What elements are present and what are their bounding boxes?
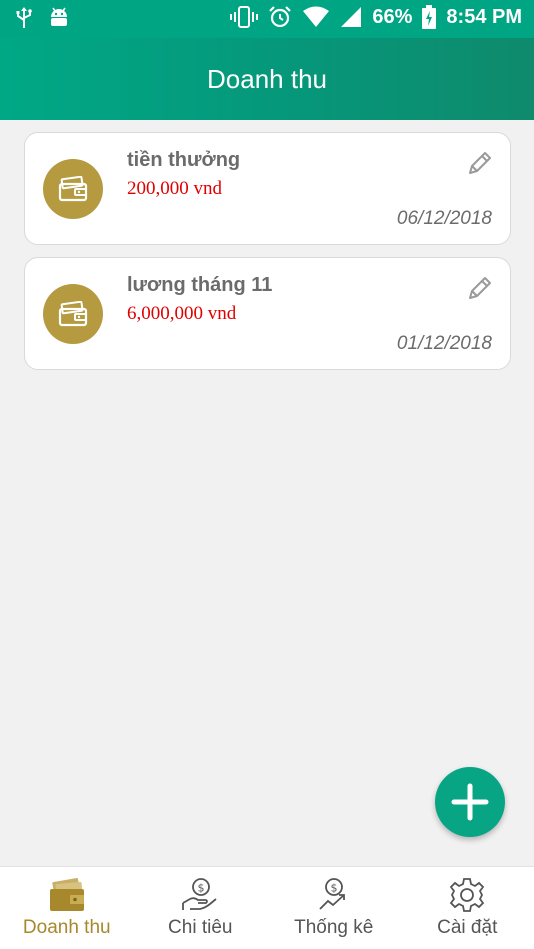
svg-text:$: $ <box>198 882 205 895</box>
nav-label: Cài đặt <box>437 917 498 938</box>
transaction-amount: 200,000 vnd <box>127 178 222 199</box>
signal-icon <box>341 7 362 27</box>
nav-item-thong-ke[interactable]: $ Thống kê <box>267 867 401 949</box>
status-bar: 66% 8:54 PM <box>0 0 534 38</box>
transaction-card[interactable]: lương tháng 11 6,000,000 vnd 01/12/2018 <box>24 257 511 370</box>
edit-pencil-icon[interactable] <box>466 274 494 302</box>
nav-label: Chi tiêu <box>168 917 233 938</box>
vibrate-icon <box>230 6 259 28</box>
transaction-title: tiền thưởng <box>127 149 241 171</box>
chart-coin-icon: $ <box>319 878 345 910</box>
plus-icon <box>451 783 489 821</box>
svg-text:$: $ <box>330 882 337 895</box>
wallet-icon <box>43 284 103 344</box>
transaction-date: 01/12/2018 <box>396 333 492 354</box>
add-transaction-button[interactable] <box>435 767 505 837</box>
android-icon <box>51 7 67 26</box>
wallet-icon <box>43 159 103 219</box>
transaction-amount: 6,000,000 vnd <box>127 303 237 324</box>
wifi-icon <box>303 6 330 27</box>
edit-pencil-icon[interactable] <box>466 149 494 177</box>
nav-item-cai-dat[interactable]: Cài đặt <box>401 867 534 949</box>
page-title: Doanh thu <box>207 63 327 94</box>
battery-percent: 66% <box>372 5 413 28</box>
nav-label: Thống kê <box>294 917 374 938</box>
hand-coin-icon: $ <box>182 878 217 910</box>
transaction-list: tiền thưởng 200,000 vnd 06/12/2018 lương… <box>24 132 511 382</box>
alarm-icon <box>269 6 292 28</box>
usb-icon <box>16 7 32 28</box>
bottom-navigation: Doanh thu $ Chi tiêu $ Thống kê Cài đặt <box>0 866 534 949</box>
clock: 8:54 PM <box>446 5 522 28</box>
transaction-date: 06/12/2018 <box>396 208 492 229</box>
wallet-icon <box>49 877 84 911</box>
nav-label: Doanh thu <box>22 917 111 938</box>
transaction-card[interactable]: tiền thưởng 200,000 vnd 06/12/2018 <box>24 132 511 245</box>
gear-icon <box>450 878 485 912</box>
battery-charging-icon <box>422 5 437 29</box>
transaction-title: lương tháng 11 <box>127 274 273 296</box>
app-bar: Doanh thu <box>0 38 534 120</box>
nav-item-doanh-thu[interactable]: Doanh thu <box>0 867 134 949</box>
nav-item-chi-tieu[interactable]: $ Chi tiêu <box>134 867 268 949</box>
